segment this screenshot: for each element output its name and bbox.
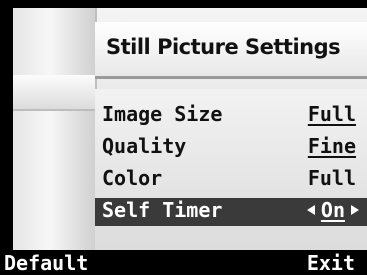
setting-row-quality[interactable]: Quality Fine [102,134,362,162]
setting-row-self-timer[interactable]: Self Timer On [95,198,367,226]
setting-value: Fine [307,134,356,158]
setting-value: On [320,198,345,222]
setting-row-image-size[interactable]: Image Size Full [102,102,362,130]
setting-label: Quality [102,134,187,158]
left-arrow-icon[interactable] [306,205,315,215]
setting-label: Image Size [102,102,223,126]
setting-value-selector[interactable]: On [306,198,359,222]
right-arrow-icon[interactable] [351,205,359,215]
setting-value: Full [307,102,356,126]
left-decorative-strip [13,8,97,250]
menu-title: Still Picture Settings [106,35,341,59]
camera-menu-screen: Still Picture Settings Image Size Full Q… [0,0,367,275]
setting-value: Full [307,166,356,190]
setting-row-color[interactable]: Color Full [102,166,362,194]
exit-button[interactable]: Exit [307,251,355,275]
left-decorative-highlight [13,75,95,111]
default-button[interactable]: Default [4,251,88,275]
menu-footer: Default Exit [0,250,367,275]
setting-label: Self Timer [102,198,223,222]
setting-label: Color [102,166,163,190]
